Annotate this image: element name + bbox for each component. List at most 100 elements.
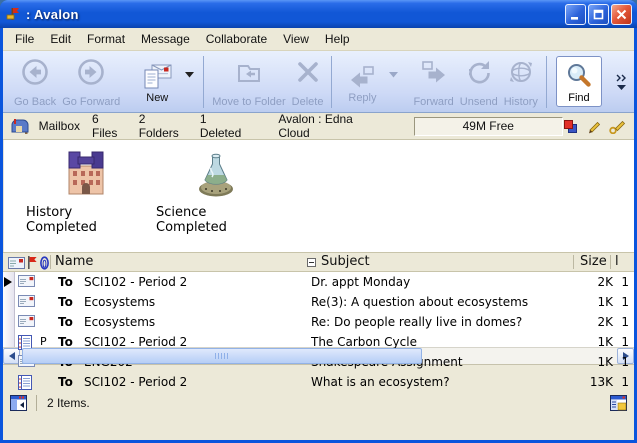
row-size: 1K bbox=[569, 352, 613, 372]
row-name: SCI102 - Period 2 bbox=[84, 272, 187, 292]
maximize-icon bbox=[592, 8, 605, 21]
column-separator[interactable] bbox=[610, 255, 611, 269]
row-subject: Re(3): A question about ecosystems bbox=[311, 292, 567, 312]
row-size: 1K bbox=[569, 292, 613, 312]
pane-layout-icon[interactable] bbox=[610, 395, 627, 411]
go-forward-icon bbox=[76, 57, 106, 87]
row-to: To bbox=[58, 292, 73, 312]
attachment-column-icon[interactable] bbox=[39, 256, 50, 270]
message-row[interactable]: To SCI102 - Period 2 What is an ecosyste… bbox=[3, 372, 634, 392]
reply-dropdown-icon[interactable] bbox=[389, 72, 398, 78]
delete-icon bbox=[293, 57, 323, 87]
move-to-folder-icon bbox=[234, 57, 264, 87]
go-back-button[interactable]: Go Back bbox=[11, 53, 59, 111]
menu-help[interactable]: Help bbox=[317, 30, 358, 48]
reply-label: Reply bbox=[348, 92, 376, 104]
row-size: 2K bbox=[569, 272, 613, 292]
science-flask-icon bbox=[190, 148, 242, 200]
history-label: History bbox=[504, 96, 538, 108]
menu-edit[interactable]: Edit bbox=[42, 30, 79, 48]
infobar-account: Avalon : Edna Cloud bbox=[278, 112, 385, 140]
menu-format[interactable]: Format bbox=[79, 30, 133, 48]
toolbar-overflow-icon bbox=[616, 74, 627, 82]
message-row[interactable]: To Ecosystems Re: Do people really live … bbox=[3, 312, 634, 332]
row-to: To bbox=[58, 272, 73, 292]
go-forward-button[interactable]: Go Forward bbox=[59, 53, 123, 111]
menubar: File Edit Format Message Collaborate Vie… bbox=[3, 28, 634, 51]
new-dropdown-icon[interactable] bbox=[185, 72, 194, 78]
minimize-button[interactable] bbox=[565, 4, 586, 25]
window-title: : Avalon bbox=[26, 7, 563, 22]
scrollbar-thumb[interactable] bbox=[22, 348, 422, 364]
window-content: File Edit Format Message Collaborate Vie… bbox=[3, 28, 634, 440]
row-size: 2K bbox=[569, 312, 613, 332]
row-to: To bbox=[58, 372, 73, 392]
collapse-subject-icon[interactable] bbox=[307, 258, 316, 267]
column-separator[interactable] bbox=[50, 255, 51, 269]
infobar-location: Mailbox bbox=[39, 119, 80, 133]
toolbar-separator bbox=[203, 56, 204, 108]
row-clipped: 1 bbox=[621, 352, 629, 372]
reply-icon bbox=[346, 62, 378, 92]
view-layers-icon[interactable] bbox=[563, 119, 578, 134]
mailbox-icon bbox=[11, 118, 31, 135]
pencil-icon[interactable] bbox=[587, 119, 600, 134]
message-column-icon[interactable] bbox=[8, 257, 25, 269]
message-row[interactable]: To Ecosystems Re(3): A question about ec… bbox=[3, 292, 634, 312]
reply-button[interactable]: Reply bbox=[343, 58, 381, 107]
forward-button[interactable]: Forward bbox=[410, 53, 456, 111]
row-name: Ecosystems bbox=[84, 292, 155, 312]
column-separator[interactable] bbox=[573, 255, 574, 269]
infobar-folders: 2 Folders bbox=[139, 112, 188, 140]
infobar-files: 6 Files bbox=[92, 112, 127, 140]
folder-icon-pane: History Completed Science Completed bbox=[3, 140, 634, 252]
new-label: New bbox=[146, 92, 168, 104]
desktop-icon-history-completed[interactable]: History Completed bbox=[26, 148, 146, 252]
unsend-button[interactable]: Unsend bbox=[457, 53, 501, 111]
history-button[interactable]: History bbox=[501, 53, 541, 111]
menu-message[interactable]: Message bbox=[133, 30, 198, 48]
row-subject: Dr. appt Monday bbox=[311, 272, 567, 292]
app-window: : Avalon File Edit Format Message Collab… bbox=[0, 0, 637, 443]
delete-label: Delete bbox=[292, 96, 324, 108]
menu-collaborate[interactable]: Collaborate bbox=[198, 30, 275, 48]
row-name: SCI102 - Period 2 bbox=[84, 372, 187, 392]
close-button[interactable] bbox=[611, 4, 632, 25]
current-item-indicator bbox=[4, 277, 12, 287]
app-icon bbox=[5, 6, 21, 22]
forward-label: Forward bbox=[413, 96, 453, 108]
forward-icon bbox=[418, 57, 450, 87]
key-pencil-icon[interactable] bbox=[609, 119, 626, 134]
move-to-folder-button[interactable]: Move to Folder bbox=[209, 53, 288, 111]
column-header-subject[interactable]: Subject bbox=[321, 253, 370, 271]
find-button[interactable]: Find bbox=[556, 56, 602, 107]
toolbar: Go Back Go Forward bbox=[3, 51, 634, 113]
delete-button[interactable]: Delete bbox=[289, 53, 327, 111]
unsend-icon bbox=[464, 57, 494, 87]
infobar: Mailbox 6 Files 2 Folders 1 Deleted Aval… bbox=[3, 113, 634, 140]
menu-file[interactable]: File bbox=[7, 30, 42, 48]
titlebar[interactable]: : Avalon bbox=[0, 0, 637, 28]
unsend-label: Unsend bbox=[460, 96, 498, 108]
desktop-icon-science-completed[interactable]: Science Completed bbox=[156, 148, 276, 252]
history-building-icon bbox=[60, 148, 112, 200]
toolbar-overflow-button[interactable] bbox=[613, 53, 630, 111]
collapse-pane-icon[interactable] bbox=[10, 395, 27, 411]
message-row[interactable]: To SCI102 - Period 2 Dr. appt Monday 2K … bbox=[3, 272, 634, 292]
flag-column-icon[interactable] bbox=[27, 256, 37, 269]
column-header-clipped[interactable]: l bbox=[615, 253, 619, 271]
column-header-size[interactable]: Size bbox=[580, 253, 607, 271]
list-header: Name Subject Size l bbox=[3, 252, 634, 272]
row-size: 1K bbox=[569, 332, 613, 352]
new-button[interactable]: New bbox=[137, 57, 177, 107]
row-clipped: 1 bbox=[621, 332, 629, 352]
column-header-name[interactable]: Name bbox=[55, 253, 93, 271]
move-to-folder-label: Move to Folder bbox=[212, 96, 285, 108]
go-forward-label: Go Forward bbox=[62, 96, 120, 108]
new-message-icon bbox=[140, 61, 174, 92]
maximize-button[interactable] bbox=[588, 4, 609, 25]
row-clipped: 1 bbox=[621, 372, 629, 392]
menu-view[interactable]: View bbox=[275, 30, 317, 48]
find-label: Find bbox=[568, 92, 589, 104]
history-icon bbox=[506, 57, 536, 87]
